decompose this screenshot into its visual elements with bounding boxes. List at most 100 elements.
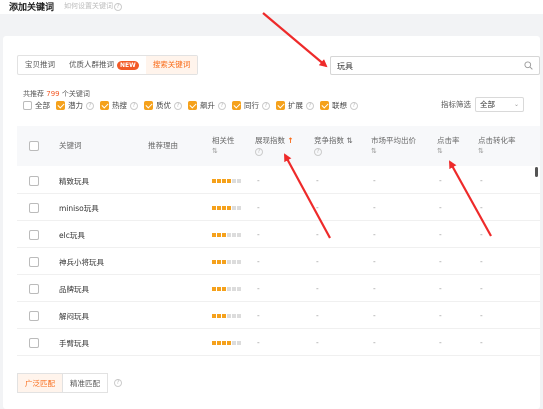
broad-match-tab[interactable]: 广泛匹配 (17, 373, 63, 393)
row-checkbox[interactable] (29, 230, 39, 240)
select-all-checkbox[interactable] (29, 141, 39, 151)
impressions-cell: - (257, 284, 260, 293)
col-cvr-label: 点击转化率 (478, 136, 516, 145)
relevance-meter (212, 233, 241, 237)
scrollbar-thumb[interactable] (535, 167, 538, 177)
help-icon: ? (255, 148, 263, 156)
table-row[interactable]: 哪吒玩具----- (17, 356, 540, 361)
tab-audience-recommend[interactable]: 优质人群推词 NEW (62, 56, 146, 74)
relevance-bar (227, 260, 231, 264)
avg_bid-cell: - (373, 338, 376, 347)
relevance-bar (227, 206, 231, 210)
ctr-cell: - (439, 311, 442, 320)
cvr-cell: - (480, 284, 483, 293)
tab-label: 优质人群推词 (69, 60, 114, 69)
ctr-cell: - (439, 176, 442, 185)
row-checkbox[interactable] (29, 257, 39, 267)
metric-filter-select[interactable]: 全部 ⌄ (475, 97, 524, 112)
filter-checkbox[interactable] (23, 101, 32, 110)
help-icon: ? (86, 101, 94, 110)
row-checkbox[interactable] (29, 311, 39, 321)
relevance-bar (237, 314, 241, 318)
help-icon: ? (306, 101, 314, 110)
col-relevance[interactable]: 相关性 ⇅ (212, 136, 235, 156)
relevance-bar (217, 287, 221, 291)
row-checkbox[interactable] (29, 338, 39, 348)
filter-checkbox[interactable] (100, 101, 109, 110)
impressions-cell: - (257, 257, 260, 266)
metric-filter-value: 全部 (480, 100, 495, 109)
keyword-cell: 解闷玩具 (59, 312, 89, 321)
relevance-bar (232, 233, 236, 237)
table-row[interactable]: 品牌玩具 - - - - - (17, 275, 540, 302)
metric-filter-label: 指标筛选 (441, 100, 471, 109)
impressions-cell: - (257, 338, 260, 347)
row-checkbox[interactable] (29, 203, 39, 213)
keyword-cell: elc玩具 (59, 231, 85, 240)
ctr-cell: - (439, 203, 442, 212)
table-row[interactable]: 神兵小将玩具 - - - - - (17, 248, 540, 275)
relevance-bar (237, 179, 241, 183)
tab-item-recommend[interactable]: 宝贝推词 (18, 56, 62, 74)
row-checkbox[interactable] (29, 284, 39, 294)
col-competition[interactable]: 竞争指数 ⇅? (314, 136, 353, 156)
search-icon[interactable] (524, 61, 533, 70)
row-checkbox[interactable] (29, 176, 39, 186)
relevance-bar (227, 287, 231, 291)
sort-icon: ⇅ (212, 147, 218, 155)
filter-0[interactable]: 全部 (23, 100, 50, 111)
table-row[interactable]: 精致玩具 - - - - - (17, 167, 540, 194)
count-number: 799 (46, 90, 60, 98)
impressions-cell: - (257, 230, 260, 239)
help-link[interactable]: 如何设置关键词? (64, 1, 122, 11)
impressions-cell: - (257, 203, 260, 212)
filter-1[interactable]: 潜力? (56, 100, 94, 111)
filter-checkbox[interactable] (276, 101, 285, 110)
relevance-bar (222, 341, 226, 345)
col-relevance-label: 相关性 (212, 136, 235, 145)
chevron-down-icon: ⌄ (513, 101, 519, 108)
filter-2[interactable]: 热搜? (100, 100, 138, 111)
col-cvr[interactable]: 点击转化率 ⇅ (478, 136, 516, 156)
metric-filter: 指标筛选 全部 ⌄ (441, 97, 524, 112)
table-row[interactable]: 解闷玩具 - - - - - (17, 302, 540, 329)
exact-match-tab[interactable]: 精准匹配 (63, 373, 108, 393)
col-impressions[interactable]: 展现指数 ↑? (255, 136, 294, 156)
competition-cell: - (316, 176, 319, 185)
help-icon: ? (130, 101, 138, 110)
keyword-search-input[interactable]: 玩具 (330, 56, 540, 75)
source-tabs: 宝贝推词 优质人群推词 NEW 搜索关键词 (17, 55, 199, 75)
col-avg-bid[interactable]: 市场平均出价 ⇅ (371, 136, 416, 156)
relevance-bar (232, 287, 236, 291)
filter-checkbox[interactable] (56, 101, 65, 110)
relevance-bar (217, 179, 221, 183)
competition-cell: - (316, 311, 319, 320)
table-header: 关键词 推荐理由 相关性 ⇅ 展现指数 ↑? 竞争指数 ⇅? 市场平均出价 ⇅ 点击… (17, 126, 540, 166)
filter-label: 潜力 (68, 101, 83, 110)
relevance-bar (212, 314, 216, 318)
relevance-bar (232, 206, 236, 210)
filter-checkbox[interactable] (188, 101, 197, 110)
filter-7[interactable]: 联想? (320, 100, 358, 111)
table-row[interactable]: 手臂玩具 - - - - - (17, 329, 540, 356)
filter-checkbox[interactable] (144, 101, 153, 110)
filter-checkbox[interactable] (320, 101, 329, 110)
relevance-bar (212, 260, 216, 264)
help-icon: ? (262, 101, 270, 110)
col-ctr[interactable]: 点击率 ⇅ (437, 136, 460, 156)
col-competition-label: 竞争指数 (314, 136, 344, 145)
table-row[interactable]: elc玩具 - - - - - (17, 221, 540, 248)
help-icon: ? (314, 148, 322, 156)
col-impressions-label: 展现指数 (255, 136, 285, 145)
filter-5[interactable]: 同行? (232, 100, 270, 111)
table-row[interactable]: miniso玩具 - - - - - (17, 194, 540, 221)
filter-checkbox[interactable] (232, 101, 241, 110)
tab-search-keywords[interactable]: 搜索关键词 (145, 56, 198, 74)
relevance-meter (212, 314, 241, 318)
col-reason: 推荐理由 (148, 141, 178, 150)
sort-icon: ⇅ (478, 147, 484, 155)
relevance-bar (232, 179, 236, 183)
filter-4[interactable]: 飙升? (188, 100, 226, 111)
filter-6[interactable]: 扩展? (276, 100, 314, 111)
filter-3[interactable]: 质优? (144, 100, 182, 111)
